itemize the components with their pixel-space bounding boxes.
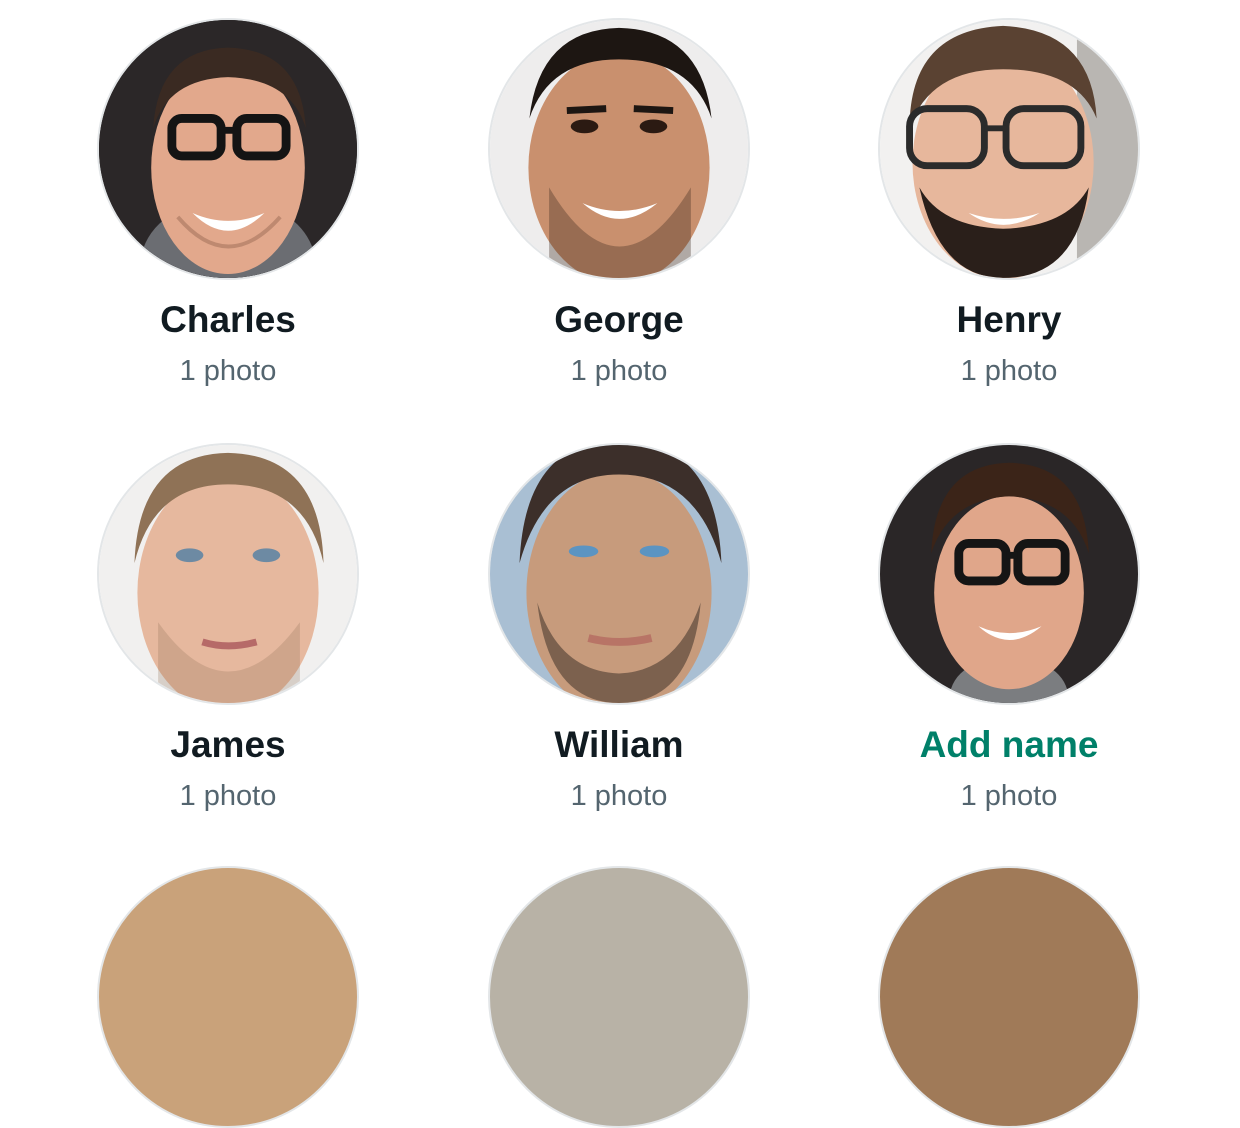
avatar[interactable] bbox=[878, 443, 1140, 705]
person-card-george[interactable]: George 1 photo bbox=[449, 18, 789, 388]
photo-count: 1 photo bbox=[960, 355, 1058, 387]
avatar-partial[interactable] bbox=[97, 866, 359, 1128]
photo-count: 1 photo bbox=[570, 355, 668, 387]
avatar[interactable] bbox=[97, 443, 359, 705]
avatar[interactable] bbox=[97, 18, 359, 280]
people-grid: Charles 1 photo George 1 photo Henry 1 p… bbox=[0, 0, 1240, 1128]
person-card-william[interactable]: William 1 photo bbox=[449, 443, 789, 813]
face-photo-william bbox=[490, 445, 748, 703]
add-name-link[interactable]: Add name bbox=[839, 723, 1179, 767]
person-name[interactable]: William bbox=[449, 723, 789, 767]
face-photo-charles bbox=[99, 20, 357, 278]
face-photo-unnamed bbox=[880, 445, 1138, 703]
person-card-unnamed[interactable]: Add name 1 photo bbox=[839, 443, 1179, 813]
person-card-charles[interactable]: Charles 1 photo bbox=[58, 18, 398, 388]
person-name[interactable]: James bbox=[58, 723, 398, 767]
avatar[interactable] bbox=[488, 18, 750, 280]
person-name[interactable]: Henry bbox=[839, 298, 1179, 342]
person-name[interactable]: George bbox=[449, 298, 789, 342]
face-photo-henry bbox=[880, 20, 1138, 278]
person-name[interactable]: Charles bbox=[58, 298, 398, 342]
avatar[interactable] bbox=[878, 18, 1140, 280]
face-photo-james bbox=[99, 445, 357, 703]
person-card-james[interactable]: James 1 photo bbox=[58, 443, 398, 813]
face-photo-george bbox=[490, 20, 748, 278]
photo-count: 1 photo bbox=[570, 780, 668, 812]
avatar-partial[interactable] bbox=[488, 866, 750, 1128]
avatar[interactable] bbox=[488, 443, 750, 705]
avatar-partial[interactable] bbox=[878, 866, 1140, 1128]
photo-count: 1 photo bbox=[960, 780, 1058, 812]
photo-count: 1 photo bbox=[179, 780, 277, 812]
photo-count: 1 photo bbox=[179, 355, 277, 387]
person-card-henry[interactable]: Henry 1 photo bbox=[839, 18, 1179, 388]
